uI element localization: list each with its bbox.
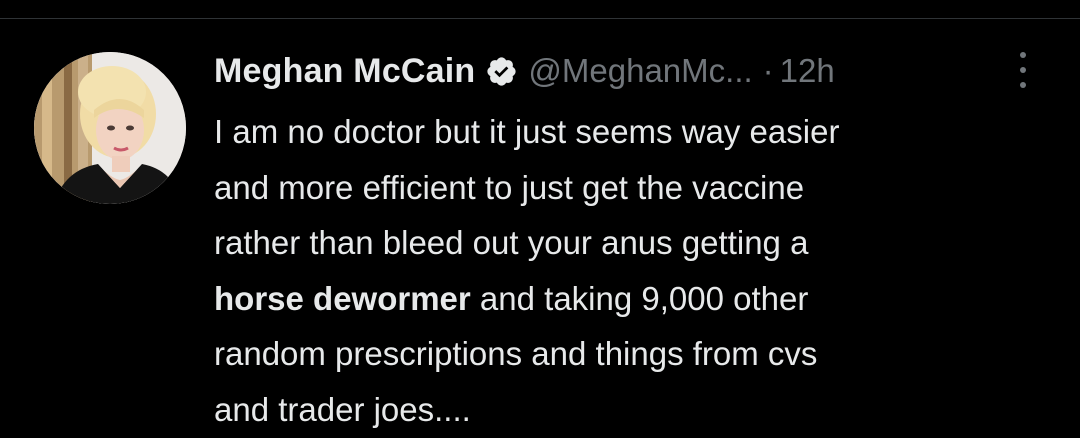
tweet-bold-phrase: horse dewormer: [214, 279, 471, 317]
tweet-header: Meghan McCain @MeghanMc... · 12h: [214, 48, 835, 94]
tweet-text-line: and trader joes....: [214, 390, 471, 428]
tweet-text-line: random prescriptions and things from cvs: [214, 335, 818, 373]
display-name[interactable]: Meghan McCain: [214, 52, 475, 91]
verified-badge-icon: [485, 55, 518, 88]
tweet[interactable]: Meghan McCain @MeghanMc... · 12h I am no…: [0, 0, 1080, 428]
tweet-timestamp[interactable]: 12h: [780, 52, 835, 90]
avatar-image: [34, 52, 186, 204]
tweet-text-line: and more efficient to just get the vacci…: [214, 168, 805, 206]
more-options-icon[interactable]: [1012, 52, 1034, 88]
tweet-text-line: horse dewormer and taking 9,000 other: [214, 271, 1054, 327]
user-handle[interactable]: @MeghanMc...: [528, 52, 752, 90]
more-dot: [1020, 82, 1026, 88]
tweet-text-line: I am no doctor but it just seems way eas…: [214, 113, 840, 150]
more-dot: [1020, 52, 1026, 58]
avatar[interactable]: [34, 52, 186, 204]
separator-dot: ·: [762, 52, 774, 89]
tweet-text-segment: and taking 9,000 other: [470, 279, 809, 317]
tweet-text: I am no doctor but it just seems way eas…: [214, 104, 1054, 438]
more-dot: [1020, 67, 1026, 73]
tweet-text-line: rather than bleed out your anus getting …: [214, 224, 809, 262]
